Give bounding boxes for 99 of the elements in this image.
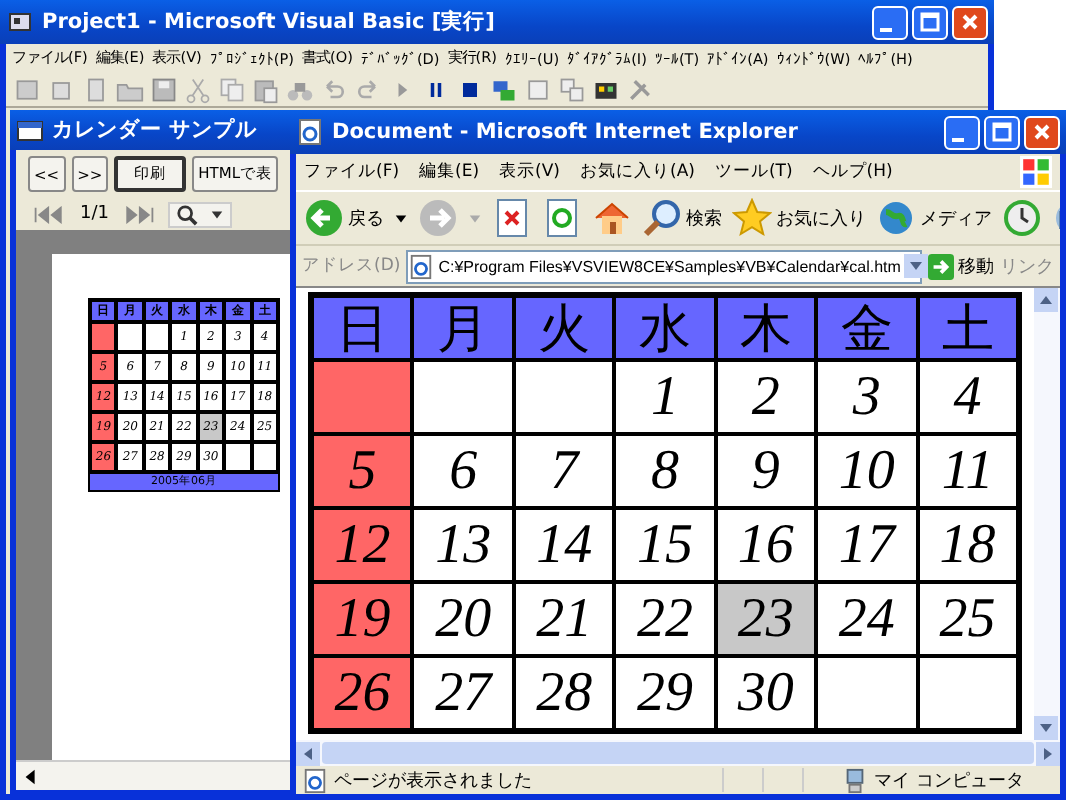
- magnifier-icon: [176, 203, 199, 225]
- globe-icon: [876, 198, 916, 238]
- day-cell: 10: [816, 434, 918, 508]
- refresh-page-icon[interactable]: [542, 198, 582, 238]
- vertical-scrollbar[interactable]: [1034, 288, 1060, 740]
- maximize-button[interactable]: [912, 5, 948, 39]
- cut-icon[interactable]: [184, 75, 212, 103]
- day-cell: 7: [513, 434, 615, 508]
- day-cell: 4: [917, 360, 1018, 434]
- caret-icon: [210, 207, 225, 221]
- status-text: ページが表示されました: [334, 769, 534, 793]
- weekday-header: 水: [614, 296, 716, 360]
- day-cell: 12: [312, 508, 413, 582]
- form-window-icon: [16, 116, 44, 144]
- day-cell: 21: [513, 582, 615, 656]
- maximize-button[interactable]: [984, 115, 1020, 149]
- day-cell: 18: [917, 508, 1018, 582]
- minimize-button[interactable]: [944, 115, 980, 149]
- minimize-icon: [880, 28, 892, 32]
- go-button[interactable]: 移動: [928, 253, 994, 279]
- day-cell: 14: [513, 508, 615, 582]
- day-cell: 30: [715, 656, 817, 730]
- close-icon: [960, 12, 980, 32]
- day-cell: 3: [816, 360, 918, 434]
- day-cell: 5: [312, 434, 413, 508]
- address-field[interactable]: C:¥Program Files¥VSVIEW8CE¥Samples¥VB¥Calendar¥cal.htm: [406, 249, 922, 283]
- day-cell: 17: [816, 508, 918, 582]
- history-clock-icon[interactable]: [1002, 198, 1042, 238]
- computer-icon: [842, 767, 868, 793]
- home-icon[interactable]: [592, 198, 632, 238]
- day-cell: 29: [614, 656, 716, 730]
- window-title: Project1 - Microsoft Visual Basic [実行]: [42, 8, 495, 36]
- address-label: アドレス(D): [302, 254, 401, 278]
- menu-item[interactable]: 表示(V): [499, 160, 560, 184]
- day-cell: 11: [917, 434, 1018, 508]
- day-cell: 28: [513, 656, 615, 730]
- weekday-header: 月: [412, 296, 514, 360]
- star-icon: [732, 198, 772, 238]
- caret-icon[interactable]: [394, 211, 408, 225]
- maximize-icon: [920, 12, 940, 32]
- scrollbar-thumb[interactable]: [322, 742, 1034, 764]
- day-cell: 9: [715, 434, 817, 508]
- close-icon: [1032, 122, 1052, 142]
- day-cell: 13: [412, 508, 514, 582]
- menu-item[interactable]: ファイル(F): [304, 160, 400, 184]
- close-button[interactable]: [1024, 115, 1060, 149]
- page-indicator: 1/1: [80, 204, 109, 224]
- media-button[interactable]: メディア: [876, 198, 992, 238]
- day-cell: 15: [614, 508, 716, 582]
- save-icon[interactable]: [150, 75, 178, 103]
- app-icon: [6, 8, 34, 36]
- back-button[interactable]: 戻る: [304, 198, 384, 238]
- menu-item[interactable]: お気に入り(A): [580, 160, 695, 184]
- day-cell: 16: [715, 508, 817, 582]
- menu-item[interactable]: 編集(E): [419, 160, 480, 184]
- redo-icon[interactable]: [354, 75, 382, 103]
- day-cell: 8: [614, 434, 716, 508]
- page-e-icon: [296, 118, 324, 146]
- minimize-button[interactable]: [872, 5, 908, 39]
- maximize-icon: [992, 122, 1012, 142]
- paste-icon[interactable]: [252, 75, 280, 103]
- search-button[interactable]: 検索: [642, 198, 722, 238]
- day-cell: 27: [412, 656, 514, 730]
- close-button[interactable]: [952, 5, 988, 39]
- day-cell: 24: [816, 582, 918, 656]
- horizontal-scrollbar[interactable]: [296, 740, 1060, 766]
- weekday-header: 日: [312, 296, 413, 360]
- next-last-arrows-icon[interactable]: [120, 205, 157, 223]
- minimize-icon: [952, 138, 964, 142]
- menu-item[interactable]: ヘルプ(H): [812, 160, 893, 184]
- day-cell: 6: [412, 434, 514, 508]
- page-e-icon: [302, 767, 328, 793]
- day-cell: 23: [715, 582, 817, 656]
- left-arrow-icon[interactable]: [22, 767, 40, 785]
- undo-icon[interactable]: [320, 75, 348, 103]
- window-title: Document - Microsoft Internet Explorer: [332, 120, 798, 144]
- weekday-header: 火: [513, 296, 615, 360]
- horizontal-scrollbar[interactable]: [16, 760, 290, 790]
- favorites-button[interactable]: お気に入り: [732, 198, 866, 238]
- page-e-icon: [408, 253, 435, 279]
- weekday-header: 木: [715, 296, 817, 360]
- day-cell: 22: [614, 582, 716, 656]
- menu-item[interactable]: ツール(T): [714, 160, 793, 184]
- day-cell: 19: [312, 582, 413, 656]
- day-cell: 1: [614, 360, 716, 434]
- first-last-arrows-icon[interactable]: [32, 205, 68, 223]
- stop-page-icon[interactable]: [492, 198, 532, 238]
- day-cell: 25: [917, 582, 1018, 656]
- right-arrow-icon: [928, 253, 954, 279]
- window-title: カレンダー サンプル: [52, 116, 258, 144]
- weekday-header: 土: [917, 296, 1018, 360]
- day-cell: 26: [312, 656, 413, 730]
- search-icon: [642, 198, 682, 238]
- zone-text: マイ コンピュータ: [874, 769, 1026, 793]
- zoom-dropdown[interactable]: [168, 201, 233, 227]
- day-cell: 20: [412, 582, 514, 656]
- day-cell: 2: [715, 360, 817, 434]
- weekday-header: 金: [816, 296, 918, 360]
- copy-icon[interactable]: [218, 75, 246, 103]
